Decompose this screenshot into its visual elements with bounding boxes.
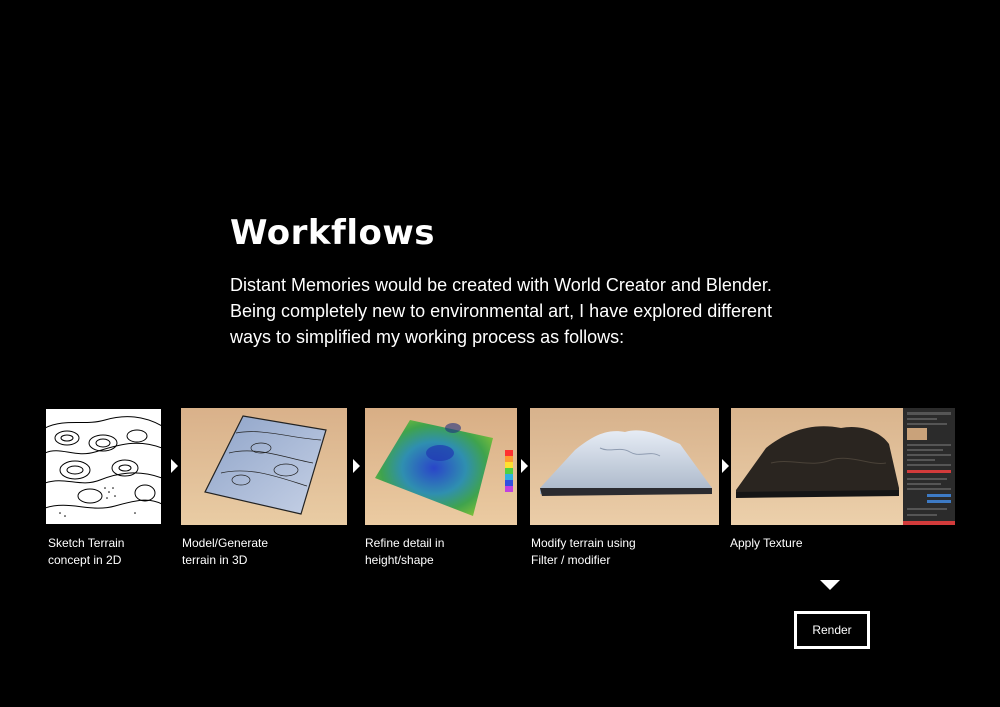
- step-caption-line: concept in 2D: [48, 553, 122, 567]
- step-2-image: [181, 408, 347, 525]
- arrow-right-icon: [722, 459, 729, 473]
- snow-terrain-icon: [530, 408, 719, 525]
- render-step-box: Render: [794, 611, 870, 649]
- step-caption-line: Filter / modifier: [531, 553, 611, 567]
- intro-line-3: ways to simplified my working process as…: [230, 327, 625, 347]
- arrow-right-icon: [521, 459, 528, 473]
- step-caption-line: Refine detail in: [365, 536, 445, 550]
- step-caption-line: Sketch Terrain: [48, 536, 125, 550]
- step-3-image: [365, 408, 517, 525]
- step-caption-line: terrain in 3D: [182, 553, 248, 567]
- step-caption-line: Modify terrain using: [531, 536, 636, 550]
- step-5-caption: Apply Texture: [730, 535, 803, 552]
- arrow-right-icon: [353, 459, 360, 473]
- arrow-right-icon: [171, 459, 178, 473]
- step-caption-line: Apply Texture: [730, 536, 803, 550]
- step-caption-line: Model/Generate: [182, 536, 269, 550]
- step-caption-line: height/shape: [365, 553, 434, 567]
- intro-text: Distant Memories would be created with W…: [230, 272, 830, 350]
- heightmap-icon: [365, 408, 517, 525]
- contour-sketch-icon: [45, 408, 162, 525]
- step-1-caption: Sketch Terrain concept in 2D: [48, 535, 124, 569]
- step-4-caption: Modify terrain using Filter / modifier: [531, 535, 636, 569]
- step-1-image: [45, 408, 162, 525]
- intro-line-1: Distant Memories would be created with W…: [230, 275, 772, 295]
- step-4-image: [530, 408, 719, 525]
- step-3-caption: Refine detail in height/shape: [365, 535, 444, 569]
- page-title: Workflows: [230, 213, 435, 253]
- step-2-caption: Model/Generate terrain in 3D: [182, 535, 268, 569]
- terrain-mesh-icon: [181, 408, 347, 525]
- textured-terrain-icon: [731, 408, 955, 525]
- intro-line-2: Being completely new to environmental ar…: [230, 301, 772, 321]
- arrow-down-icon: [820, 580, 840, 590]
- step-5-image: [731, 408, 955, 525]
